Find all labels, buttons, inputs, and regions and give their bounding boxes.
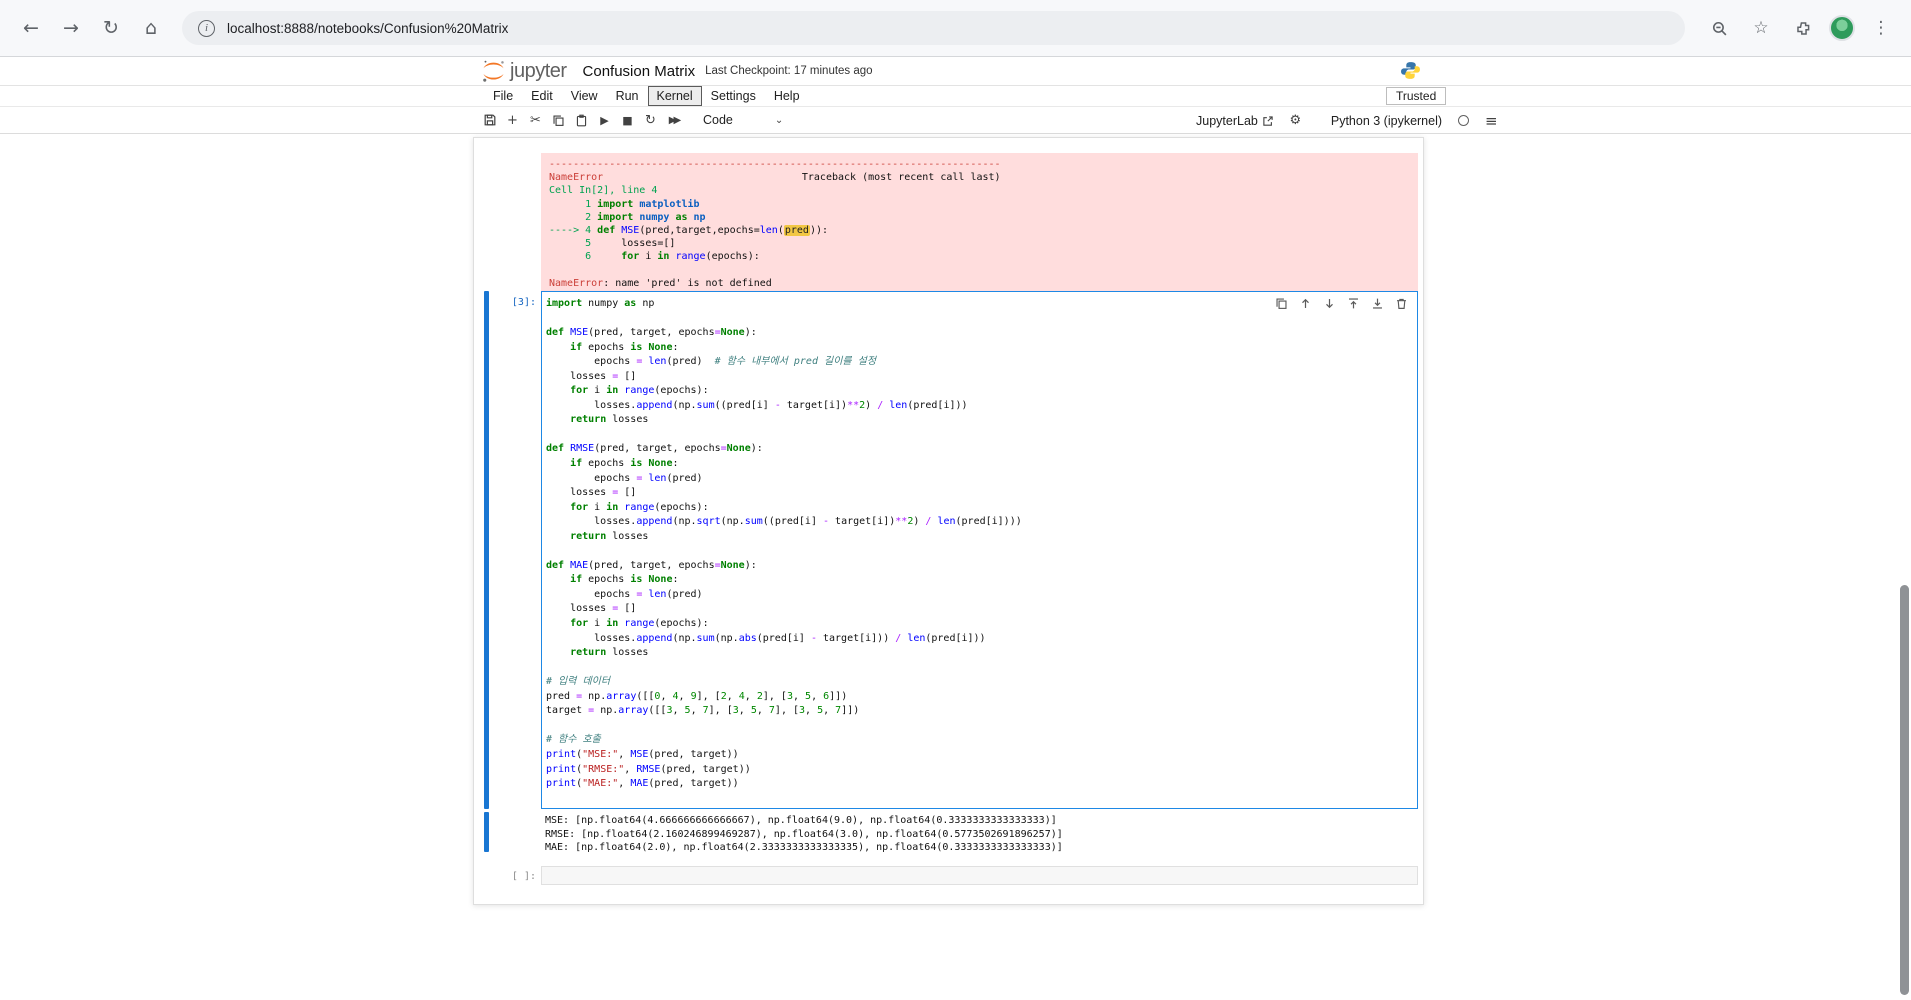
interrupt-kernel-button[interactable]: ■	[616, 109, 639, 131]
jupyter-logo[interactable]: jupyter	[481, 58, 567, 84]
gear-icon: ⚙	[1289, 113, 1302, 128]
back-button[interactable]: ←	[14, 11, 48, 45]
insert-cell-below-button[interactable]	[1370, 296, 1385, 311]
empty-code-editor[interactable]	[541, 866, 1418, 885]
notebook-document: ----------------------------------------…	[473, 137, 1424, 905]
run-cell-button[interactable]: ▶	[593, 109, 616, 131]
kebab-menu-icon: ⋮	[1872, 18, 1890, 38]
copy-icon	[553, 114, 564, 126]
menu-help[interactable]: Help	[765, 86, 809, 106]
stop-icon: ■	[622, 113, 633, 127]
notebook-menubar: File Edit View Run Kernel Settings Help …	[0, 86, 1911, 107]
cell-type-value: Code	[703, 113, 733, 127]
extensions-button[interactable]	[1787, 12, 1819, 44]
kernel-status-icon	[1458, 115, 1470, 126]
star-icon: ☆	[1753, 18, 1769, 38]
home-button[interactable]: ⌂	[134, 11, 168, 45]
menu-settings[interactable]: Settings	[702, 86, 765, 106]
notebook-title[interactable]: Confusion Matrix	[583, 63, 696, 80]
restart-kernel-button[interactable]: ↻	[639, 109, 662, 131]
puzzle-icon	[1796, 21, 1809, 35]
delete-cell-button[interactable]	[1394, 296, 1409, 311]
paste-cells-button[interactable]	[570, 109, 593, 131]
execution-count-prompt: [3]:	[511, 297, 536, 308]
trusted-badge[interactable]: Trusted	[1386, 87, 1447, 105]
site-info-icon[interactable]: i	[198, 19, 215, 37]
code-editor[interactable]: import numpy as np def MSE(pred, target,…	[541, 291, 1418, 809]
bookmark-button[interactable]: ☆	[1745, 12, 1777, 44]
zoom-indicator-button[interactable]	[1703, 12, 1735, 44]
external-link-icon	[1263, 115, 1273, 126]
insert-cell-below-icon	[1373, 298, 1382, 309]
move-cell-down-icon	[1326, 299, 1333, 309]
kernel-name[interactable]: Python 3 (ipykernel)	[1331, 114, 1442, 128]
cell-selection-bar	[484, 291, 489, 809]
move-cell-up-icon	[1302, 298, 1309, 308]
forward-icon: →	[63, 17, 79, 39]
cell-output-area[interactable]: MSE: [np.float64(4.666666666666667), np.…	[541, 814, 1418, 855]
home-icon: ⌂	[144, 17, 158, 39]
jupyter-header: jupyter Confusion Matrix Last Checkpoint…	[0, 57, 1911, 86]
duplicate-cell-icon	[1276, 298, 1287, 309]
profile-avatar[interactable]	[1829, 15, 1855, 41]
restart-run-all-button[interactable]: ▶▶	[662, 109, 685, 131]
cell-toolbar	[1272, 296, 1411, 311]
paste-icon	[576, 114, 587, 126]
menu-file[interactable]: File	[484, 86, 522, 106]
empty-cell-prompt: [ ]:	[511, 871, 536, 882]
back-icon: ←	[23, 17, 39, 39]
settings-button[interactable]: ⚙	[1284, 110, 1307, 132]
reload-icon: ↻	[103, 17, 119, 39]
zoom-magnifier-icon	[1712, 21, 1726, 35]
jupyterlab-link[interactable]: JupyterLab	[1196, 114, 1274, 128]
run-icon: ▶	[600, 113, 609, 127]
jupyter-logo-icon	[483, 60, 504, 82]
save-button[interactable]	[478, 109, 501, 131]
save-icon	[484, 114, 495, 126]
checkpoint-status: Last Checkpoint: 17 minutes ago	[705, 65, 873, 77]
menu-kernel[interactable]: Kernel	[647, 86, 702, 106]
chevron-down-icon: ⌄	[774, 114, 784, 126]
copy-cells-button[interactable]	[547, 109, 570, 131]
menu-run[interactable]: Run	[607, 86, 648, 106]
cut-cells-button[interactable]: ✂	[524, 109, 547, 131]
insert-cell-above-icon	[1349, 298, 1358, 309]
insert-cell-button[interactable]: +	[501, 109, 524, 131]
trash-icon	[1397, 298, 1406, 309]
jupyterlab-label: JupyterLab	[1196, 113, 1258, 128]
url-bar[interactable]: i localhost:8888/notebooks/Confusion%20M…	[182, 11, 1685, 45]
move-cell-down-button[interactable]	[1322, 296, 1337, 311]
scissors-icon: ✂	[530, 112, 541, 128]
menu-edit[interactable]: Edit	[522, 86, 562, 106]
browser-menu-button[interactable]: ⋮	[1865, 12, 1897, 44]
cell-type-select[interactable]: Code ⌄	[703, 113, 783, 127]
python-logo-icon	[1401, 62, 1420, 79]
insert-cell-above-button[interactable]	[1346, 296, 1361, 311]
move-cell-up-button[interactable]	[1298, 296, 1313, 311]
url-text: localhost:8888/notebooks/Confusion%20Mat…	[227, 20, 509, 36]
menu-view[interactable]: View	[562, 86, 607, 106]
reload-button[interactable]: ↻	[94, 11, 128, 45]
error-output-cell[interactable]: ----------------------------------------…	[541, 153, 1418, 296]
notebook-tools-button[interactable]: ≡	[1485, 112, 1498, 130]
plus-icon: +	[507, 112, 518, 128]
restart-icon: ↻	[645, 112, 656, 128]
page-scrollbar-thumb[interactable]	[1900, 585, 1909, 995]
duplicate-cell-button[interactable]	[1274, 296, 1289, 311]
jupyter-wordmark: jupyter	[510, 59, 567, 82]
output-selection-bar	[484, 812, 489, 852]
forward-button[interactable]: →	[54, 11, 88, 45]
fast-forward-icon: ▶▶	[668, 114, 682, 126]
browser-toolbar: ← → ↻ ⌂ i localhost:8888/notebooks/Confu…	[0, 0, 1911, 57]
notebook-toolbar: + ✂ ▶ ■ ↻ ▶▶ Code ⌄ JupyterLab ⚙ Python …	[0, 107, 1911, 134]
